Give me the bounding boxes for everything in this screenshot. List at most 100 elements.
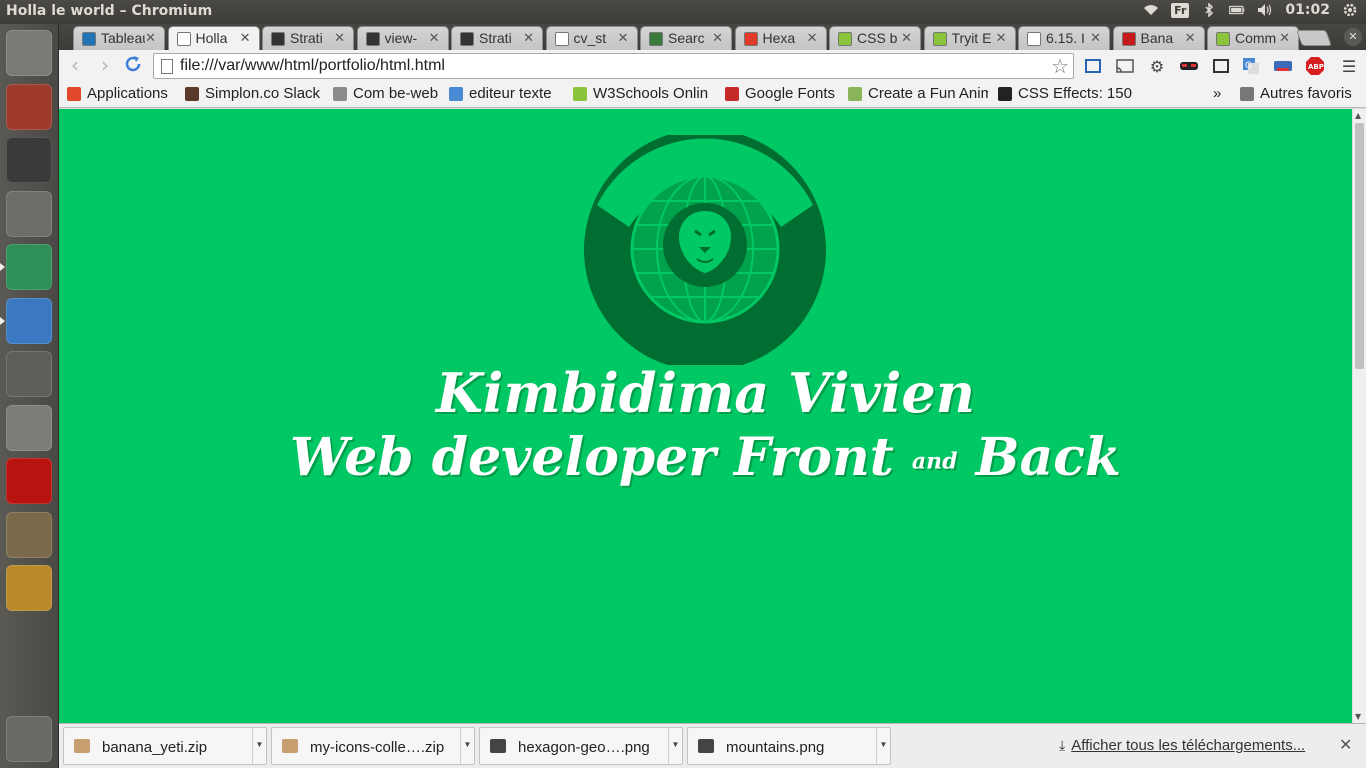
bookmark-item[interactable]: editeur texte — [449, 85, 552, 102]
tab-close-icon[interactable]: ✕ — [145, 30, 156, 46]
tab-close-icon[interactable]: ✕ — [712, 30, 723, 46]
forward-button[interactable]: › — [93, 54, 117, 78]
tab-favicon-icon — [1216, 32, 1230, 46]
tab[interactable]: 6.15. I ✕ — [1018, 26, 1110, 50]
power-gear-icon[interactable] — [1342, 3, 1358, 17]
tab-favicon-icon — [554, 32, 569, 46]
new-tab-button[interactable] — [1296, 30, 1332, 46]
clock[interactable]: 01:02 — [1285, 2, 1330, 18]
tab[interactable]: Tryit E ✕ — [923, 26, 1016, 50]
tab-close-icon[interactable]: ✕ — [1279, 30, 1290, 46]
tab-label: cv_st — [573, 30, 607, 46]
tab[interactable]: cv_st ✕ — [545, 26, 638, 50]
bookmark-item[interactable]: Applications — [67, 85, 168, 102]
download-menu-chevron-icon[interactable]: ▼ — [668, 728, 682, 764]
tab[interactable]: Strati ✕ — [451, 26, 543, 50]
download-item[interactable]: hexagon-geo….png ▼ — [479, 727, 683, 765]
bookmark-label: W3Schools Onlin — [593, 85, 709, 102]
tab-favicon-icon — [932, 32, 947, 46]
tab-label: Holla — [195, 30, 228, 46]
download-menu-chevron-icon[interactable]: ▼ — [252, 728, 266, 764]
google-translate-icon[interactable]: G — [1241, 56, 1261, 76]
download-item[interactable]: banana_yeti.zip ▼ — [63, 727, 267, 765]
other-bookmarks-folder[interactable]: Autres favoris — [1240, 85, 1352, 102]
tab-close-icon[interactable]: ✕ — [429, 30, 440, 46]
launcher-files-icon[interactable] — [6, 83, 52, 130]
tab-close-icon[interactable]: ✕ — [807, 30, 818, 46]
cast-icon[interactable] — [1115, 56, 1135, 76]
tab-close-icon[interactable]: ✕ — [901, 30, 912, 46]
user-extension-icon[interactable] — [1273, 56, 1293, 76]
volume-icon[interactable] — [1257, 3, 1273, 17]
bookmark-item[interactable]: Create a Fun Anim — [848, 85, 988, 102]
bookmarks-overflow-chevron-icon[interactable]: » — [1213, 85, 1221, 102]
bookmark-item[interactable]: Google Fonts — [725, 85, 835, 102]
tab[interactable]: Holla ✕ — [167, 26, 260, 50]
tab[interactable]: Searc ✕ — [640, 26, 732, 50]
launcher-gimp-icon[interactable] — [6, 511, 52, 558]
download-filename: my-icons-colle….zip — [310, 739, 445, 756]
tab-close-icon[interactable]: ✕ — [523, 30, 534, 46]
settings-gear-icon[interactable]: ⚙ — [1147, 56, 1167, 76]
launcher-system-settings-icon[interactable] — [6, 190, 52, 237]
tab-favicon-icon — [649, 32, 663, 46]
bluetooth-icon[interactable] — [1201, 3, 1217, 17]
tab-label: Bana — [1140, 30, 1174, 46]
tab-close-icon[interactable]: ✕ — [240, 30, 251, 46]
bookmark-star-icon[interactable]: ☆ — [1051, 54, 1069, 79]
tab[interactable]: CSS b ✕ — [829, 26, 921, 50]
tab-close-icon[interactable]: ✕ — [618, 30, 629, 46]
tab[interactable]: Tableau✕ — [73, 26, 165, 50]
launcher-inkscape-icon[interactable] — [6, 351, 52, 397]
bookmark-label: Google Fonts — [745, 85, 836, 102]
adblock-plus-icon[interactable]: ABP — [1305, 56, 1325, 76]
launcher-atom-icon[interactable] — [6, 244, 52, 290]
launcher-usb-creator-icon[interactable] — [6, 404, 52, 451]
tab[interactable]: Bana ✕ — [1112, 26, 1205, 50]
scroll-up-arrow[interactable]: ▲ — [1355, 111, 1361, 120]
screenshot-extension-icon[interactable] — [1083, 56, 1103, 76]
chrome-menu-icon[interactable]: ☰ — [1339, 56, 1359, 76]
url-text[interactable]: file:///var/www/html/portfolio/html.html — [180, 57, 445, 75]
reload-button[interactable] — [121, 54, 145, 78]
bookmark-label: Create a Fun Anim — [868, 85, 988, 102]
tab[interactable]: Hexa ✕ — [734, 26, 827, 50]
page-scrollbar[interactable]: ▲ ▼ — [1352, 109, 1366, 723]
keyboard-layout-indicator[interactable]: Fr — [1171, 2, 1190, 18]
mask-extension-icon[interactable] — [1179, 56, 1199, 76]
tab[interactable]: Comm ✕ — [1207, 26, 1299, 50]
launcher-trash-icon[interactable] — [6, 716, 52, 762]
close-download-shelf-icon[interactable]: ✕ — [1339, 735, 1352, 755]
launcher-filezilla-icon[interactable] — [6, 458, 52, 504]
show-all-downloads-link[interactable]: ⤓ Afficher tous les téléchargements... — [1059, 737, 1305, 754]
window-close-button[interactable]: ✕ — [1344, 28, 1362, 46]
tab-close-icon[interactable]: ✕ — [996, 30, 1007, 46]
folder-icon — [1240, 86, 1254, 101]
wifi-icon[interactable] — [1143, 3, 1159, 17]
system-indicators: Fr 01:02 — [1143, 2, 1358, 18]
scroll-down-arrow[interactable]: ▼ — [1355, 712, 1361, 721]
bookmark-item[interactable]: Simplon.co Slack — [185, 85, 320, 102]
bookmark-item[interactable]: W3Schools Onlin — [573, 85, 708, 102]
launcher-ubuntu-dash-icon[interactable] — [6, 30, 52, 76]
bookmark-item[interactable]: Com be-web — [333, 85, 438, 102]
battery-icon[interactable] — [1229, 3, 1245, 17]
tab[interactable]: view- ✕ — [356, 26, 449, 50]
back-button[interactable]: ‹ — [63, 54, 87, 78]
launcher-terminal-icon[interactable] — [6, 137, 52, 183]
tab-close-icon[interactable]: ✕ — [1185, 30, 1196, 46]
bookmark-item[interactable]: CSS Effects: 150 C — [998, 85, 1136, 102]
tab[interactable]: Strati ✕ — [262, 26, 354, 50]
fullscreen-extension-icon[interactable] — [1211, 56, 1231, 76]
download-menu-chevron-icon[interactable]: ▼ — [876, 728, 890, 764]
system-top-panel: Holla le world – Chromium Fr 01:02 — [0, 0, 1366, 24]
launcher-image-viewer-icon[interactable] — [6, 565, 52, 611]
download-item[interactable]: my-icons-colle….zip ▼ — [271, 727, 475, 765]
download-item[interactable]: mountains.png ▼ — [687, 727, 891, 765]
launcher-chromium-icon[interactable] — [6, 297, 52, 344]
tab-close-icon[interactable]: ✕ — [1090, 30, 1101, 46]
download-menu-chevron-icon[interactable]: ▼ — [460, 728, 474, 764]
tab-close-icon[interactable]: ✕ — [334, 30, 345, 46]
scroll-thumb[interactable] — [1355, 123, 1364, 369]
address-bar[interactable]: file:///var/www/html/portfolio/html.html… — [153, 53, 1074, 79]
